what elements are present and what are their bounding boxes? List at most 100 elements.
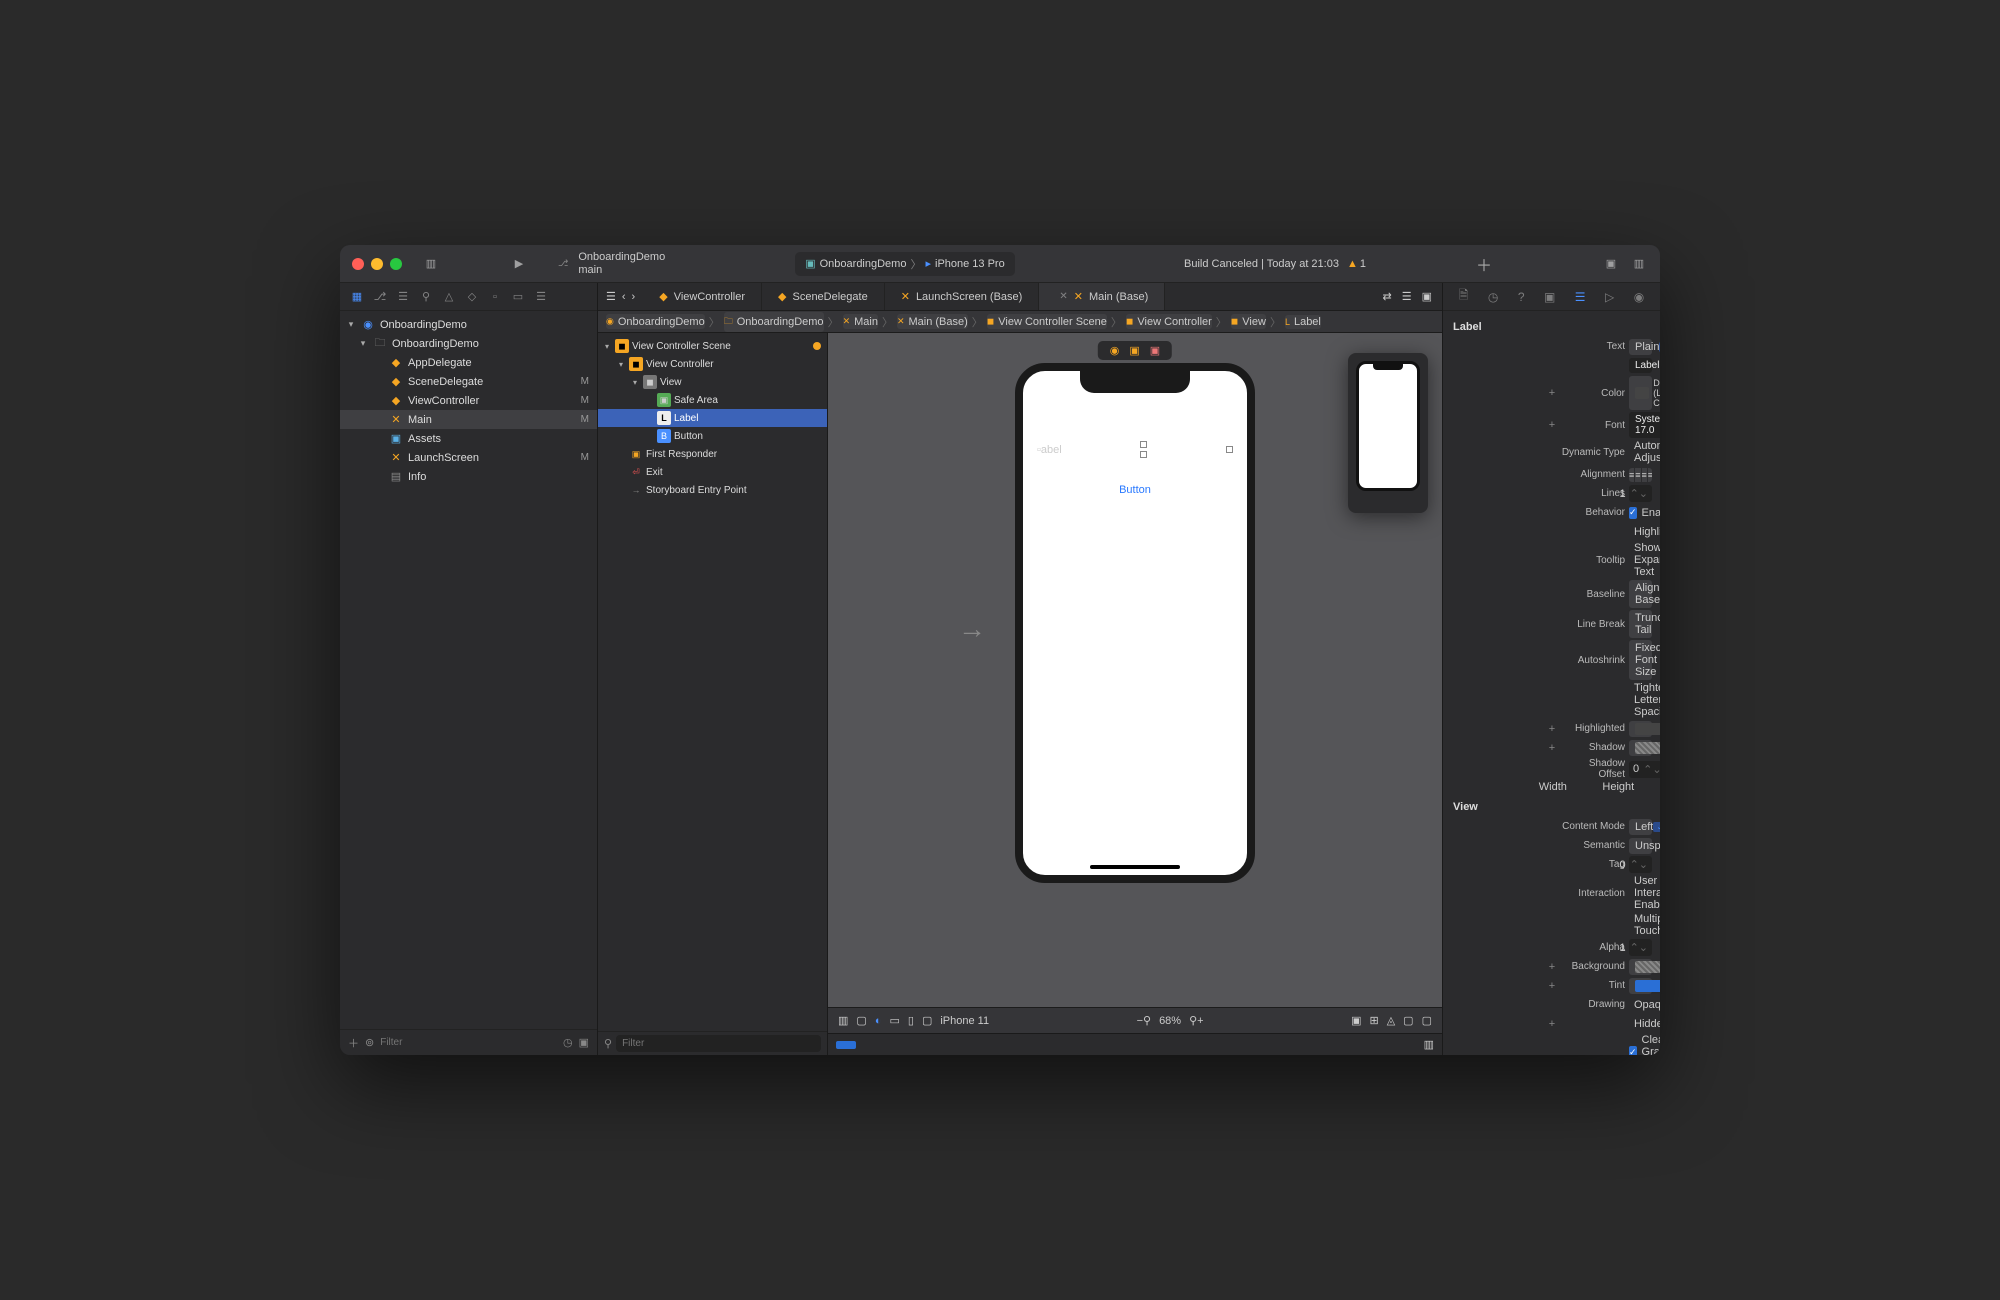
jumpbar-segment[interactable]: 🗀 OnboardingDemo	[724, 312, 824, 332]
semantic-select[interactable]: Unspecified⌄	[1629, 838, 1652, 854]
add-background-button[interactable]: +	[1547, 961, 1557, 973]
alpha-stepper[interactable]: 1⌃⌄	[1629, 939, 1652, 956]
background-select[interactable]: Default⌄	[1629, 959, 1652, 975]
jumpbar-segment[interactable]: ✕ Main	[843, 314, 878, 329]
add-tab-button[interactable]: ＋	[1476, 252, 1492, 276]
file-viewcontroller[interactable]: ◆ViewControllerM	[340, 391, 597, 410]
layout-button[interactable]: ▢	[1422, 1014, 1432, 1027]
dynamic-type-checkbox[interactable]: Automatically Adjusts Font	[1629, 440, 1652, 464]
align-button[interactable]: ▣	[1351, 1014, 1361, 1027]
project-root[interactable]: ▾◉OnboardingDemo	[340, 315, 597, 334]
outline-view[interactable]: ▾◼View	[598, 373, 827, 391]
toggle-navigator-button[interactable]: ▥	[422, 255, 440, 273]
outline-filter-input[interactable]	[616, 1035, 821, 1052]
close-tab-icon[interactable]: ✕	[1059, 291, 1067, 302]
tab-viewcontroller[interactable]: ◆ViewController	[643, 283, 762, 310]
navigator-filter-input[interactable]	[380, 1037, 557, 1048]
recent-filter-button[interactable]: ◷	[563, 1036, 573, 1049]
hidden-checkbox[interactable]: Hidden	[1629, 1018, 1652, 1030]
source-control-navigator-icon[interactable]: ⎇	[373, 290, 387, 304]
symbol-navigator-icon[interactable]: ☰	[396, 290, 410, 304]
outline-exit[interactable]: ⏎Exit	[598, 463, 827, 481]
accessibility-button[interactable]: ▢	[922, 1014, 932, 1027]
multitouch-checkbox[interactable]: Multiple Touch	[1629, 913, 1652, 937]
back-button[interactable]: ‹	[622, 291, 626, 303]
device-type-button[interactable]: ▯	[908, 1014, 914, 1027]
jumpbar-segment[interactable]: ✕ Main (Base)	[897, 314, 968, 329]
clears-checkbox[interactable]: ✓Clears Graphics Context	[1629, 1034, 1652, 1055]
debug-indicator[interactable]	[836, 1041, 856, 1049]
baseline-select[interactable]: Align Baselines⌄	[1629, 580, 1652, 608]
tint-select[interactable]: Default⌄	[1629, 978, 1652, 994]
text-value-input[interactable]: Label	[1629, 358, 1652, 373]
tighten-checkbox[interactable]: Tighten Letter Spacing	[1629, 682, 1652, 718]
forward-button[interactable]: ›	[632, 291, 636, 303]
jump-bar[interactable]: ◉ OnboardingDemo〉🗀 OnboardingDemo〉✕ Main…	[598, 311, 1442, 333]
jumpbar-segment[interactable]: ◼ View Controller	[1126, 314, 1212, 329]
add-tint-button[interactable]: +	[1547, 980, 1557, 992]
add-shadow-button[interactable]: +	[1547, 742, 1557, 754]
issue-navigator-icon[interactable]: △	[442, 290, 456, 304]
pin-button[interactable]: ⊞	[1369, 1014, 1378, 1027]
jumpbar-segment[interactable]: ◼ View Controller Scene	[987, 314, 1107, 329]
breakpoint-navigator-icon[interactable]: ▭	[511, 290, 525, 304]
file-appdelegate[interactable]: ◆AppDelegate	[340, 353, 597, 372]
uie-checkbox[interactable]: User Interaction Enabled	[1629, 875, 1652, 911]
zoom-window-button[interactable]	[390, 258, 402, 270]
warning-indicator[interactable]: ▲ 1	[1347, 258, 1366, 270]
highlighted-color-select[interactable]: Default⌄	[1629, 721, 1652, 737]
linebreak-select[interactable]: Truncate Tail⌄	[1629, 610, 1652, 638]
file-main[interactable]: ✕MainM	[340, 410, 597, 429]
identity-inspector-icon[interactable]: ▣	[1544, 290, 1555, 304]
vc-icon[interactable]: ◉	[1110, 344, 1120, 357]
canvas-button[interactable]: Button	[1037, 484, 1233, 496]
file-launchscreen[interactable]: ✕LaunchScreenM	[340, 448, 597, 467]
opaque-checkbox[interactable]: Opaque	[1629, 999, 1652, 1011]
project-navigator-icon[interactable]: ▦	[350, 290, 364, 304]
content-mode-select[interactable]: Left⌄	[1629, 819, 1652, 835]
exit-icon[interactable]: ▣	[1150, 344, 1160, 357]
enabled-checkbox[interactable]: ✓Enabled	[1629, 507, 1652, 519]
size-inspector-icon[interactable]: ▷	[1605, 290, 1614, 304]
device-label[interactable]: iPhone 11	[940, 1015, 989, 1027]
help-inspector-icon[interactable]: ?	[1518, 290, 1525, 304]
add-file-button[interactable]: ＋	[348, 1035, 359, 1051]
resolve-button[interactable]: ◬	[1387, 1014, 1395, 1027]
add-drawing-button[interactable]: +	[1547, 1018, 1557, 1030]
toggle-debug-button[interactable]: ▥	[1424, 1038, 1434, 1051]
toggle-inspector-button[interactable]: ▥	[1630, 255, 1648, 273]
close-window-button[interactable]	[352, 258, 364, 270]
add-editor-button[interactable]: ▣	[1422, 290, 1432, 303]
jumpbar-segment[interactable]: L Label	[1285, 315, 1321, 329]
connections-inspector-icon[interactable]: ◉	[1634, 290, 1644, 304]
tab-main-base-[interactable]: ✕✕Main (Base)	[1039, 283, 1165, 310]
canvas-label[interactable]: ▫abel	[1037, 444, 1062, 456]
device-config-button[interactable]: ▢	[856, 1014, 866, 1027]
tag-stepper[interactable]: 0⌃⌄	[1629, 856, 1652, 873]
appearance-button[interactable]: ▭	[889, 1014, 899, 1027]
jumpbar-segment[interactable]: ◼ View	[1231, 314, 1266, 329]
review-button[interactable]: ⇄	[1383, 290, 1392, 303]
interface-builder-canvas[interactable]: ◉ ▣ ▣ → ▫abel	[828, 333, 1442, 1007]
font-input[interactable]: System 17.0	[1629, 412, 1660, 438]
file-info[interactable]: ▤Info	[340, 467, 597, 486]
run-button[interactable]: ▶	[510, 255, 528, 273]
tooltip-checkbox[interactable]: Shows Expansion Text	[1629, 542, 1652, 578]
outline-button[interactable]: BButton	[598, 427, 827, 445]
history-menu-icon[interactable]: ☰	[606, 290, 616, 303]
outline-scene[interactable]: ▾◼View Controller Scene	[598, 337, 827, 355]
jumpbar-segment[interactable]: ◉ OnboardingDemo	[606, 314, 705, 329]
tab-scenedelegate[interactable]: ◆SceneDelegate	[762, 283, 885, 310]
debug-navigator-icon[interactable]: ▫	[488, 290, 502, 304]
outline-view-controller[interactable]: ▾◼View Controller	[598, 355, 827, 373]
outline-entry-point[interactable]: →Storyboard Entry Point	[598, 481, 827, 499]
find-navigator-icon[interactable]: ⚲	[419, 290, 433, 304]
outline-label[interactable]: LLabel	[598, 409, 827, 427]
scheme-selector[interactable]: ▣ OnboardingDemo 〉 ▸ iPhone 13 Pro	[795, 252, 1015, 276]
shadow-color-select[interactable]: Default⌄	[1629, 740, 1652, 756]
outline-safe-area[interactable]: ▣Safe Area	[598, 391, 827, 409]
alignment-segmented[interactable]: ≡≡≡≡—	[1629, 468, 1652, 482]
autoshrink-select[interactable]: Fixed Font Size⌄	[1629, 640, 1652, 680]
minimap[interactable]	[1348, 353, 1428, 513]
history-inspector-icon[interactable]: ◷	[1488, 290, 1498, 304]
